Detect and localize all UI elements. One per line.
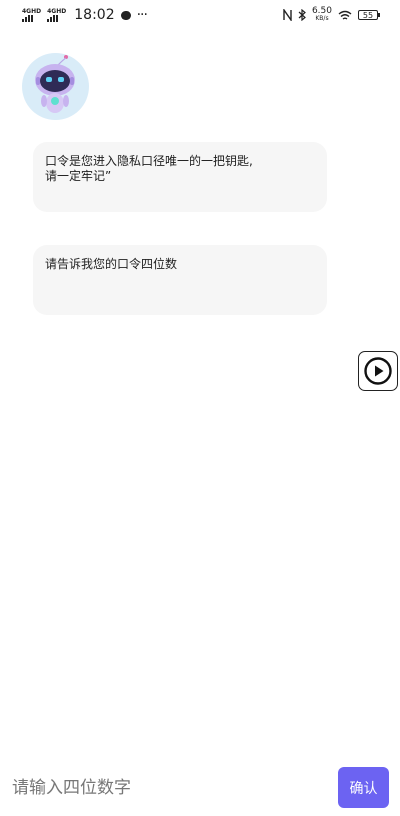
play-audio-button[interactable] xyxy=(358,351,398,391)
signal-icon: 4GHD xyxy=(22,7,42,22)
more-notifications-icon: ··· xyxy=(136,7,148,23)
status-left: 4GHD 4GHD 18:02 ··· xyxy=(22,7,148,23)
play-icon xyxy=(364,357,392,385)
clock: 18:02 xyxy=(74,7,115,23)
message-1-line-1: 口令是您进入隐私口径唯一的一把钥匙, xyxy=(45,154,253,168)
network-speed-value: 6.50 xyxy=(311,6,332,16)
confirm-button[interactable]: 确认 xyxy=(338,767,389,808)
network-speed: 6.50 KB/s xyxy=(312,7,332,23)
bot-message-1: 口令是您进入隐私口径唯一的一把钥匙, 请一定牢记” xyxy=(33,142,327,212)
status-right: 6.50 KB/s 55 xyxy=(283,7,380,23)
bluetooth-icon xyxy=(298,9,306,21)
message-1-line-2: 请一定牢记” xyxy=(45,169,112,183)
nfc-icon xyxy=(283,9,292,21)
message-2-line-1: 请告诉我您的口令四位数 xyxy=(45,257,178,271)
network-type-1: 4G xyxy=(22,7,32,15)
passcode-input-bar: 确认 xyxy=(0,765,400,811)
network-speed-unit: KB/s xyxy=(315,15,329,22)
battery-icon: 55 xyxy=(358,10,380,20)
wifi-icon xyxy=(338,10,352,20)
robot-illustration xyxy=(35,55,75,113)
network-type-2: 4G xyxy=(47,7,57,15)
status-bar: 4GHD 4GHD 18:02 ··· 6.50 KB/s 55 xyxy=(0,0,400,32)
bot-message-2: 请告诉我您的口令四位数 xyxy=(33,245,327,315)
passcode-input[interactable] xyxy=(12,771,322,805)
network-sup-1: HD xyxy=(31,7,42,15)
robot-avatar xyxy=(22,53,89,120)
signal-icon-2: 4GHD xyxy=(47,7,67,22)
network-sup-2: HD xyxy=(56,7,67,15)
message-notification-icon xyxy=(120,10,131,20)
